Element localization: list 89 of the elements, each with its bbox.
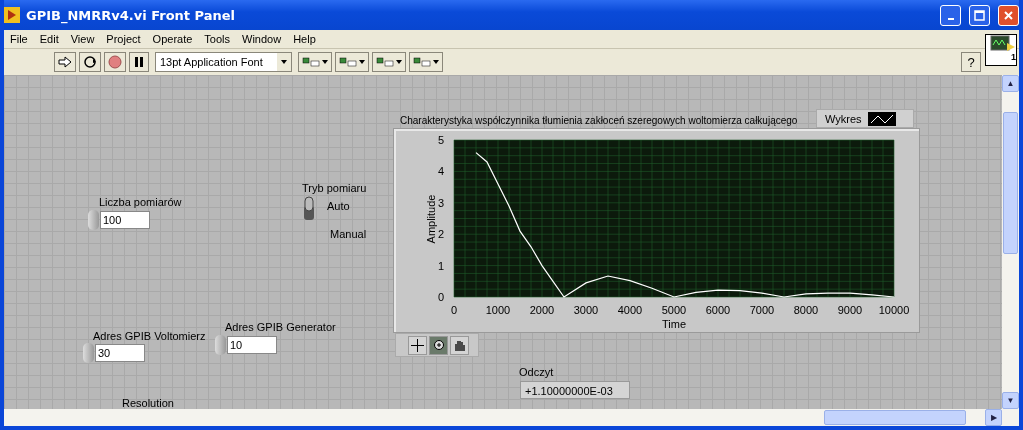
pause-icon — [133, 56, 145, 68]
axis-tick-label: 7000 — [749, 304, 775, 316]
control-label: Tryb pomiaru — [302, 182, 367, 194]
pause-button[interactable] — [129, 52, 149, 72]
axis-title: Time — [662, 318, 686, 330]
control-label: Liczba pomiarów — [99, 196, 182, 208]
control-label: Adres GPIB Generator — [225, 321, 336, 333]
scroll-right-button[interactable]: ▶ — [985, 409, 1002, 426]
axis-tick-label: 2000 — [529, 304, 555, 316]
cursor-tool-button[interactable] — [408, 335, 427, 355]
scroll-thumb[interactable] — [824, 410, 966, 425]
axis-tick-label: 5000 — [661, 304, 687, 316]
axis-tick-label: 1000 — [485, 304, 511, 316]
caret-icon — [396, 60, 402, 64]
numeric-indicator: +1.10000000E-03 — [520, 381, 630, 399]
graph-title: Charakterystyka współczynnika tłumienia zakłoceń szeregowych woltomierza całkującego — [400, 115, 798, 126]
menu-item[interactable]: View — [70, 33, 95, 45]
abort-button[interactable] — [104, 52, 126, 72]
menu-item[interactable]: Help — [293, 33, 316, 45]
line-style-icon — [867, 111, 896, 126]
switch-option-label: Auto — [327, 200, 350, 212]
caret-icon — [359, 60, 365, 64]
connector-number: 1 — [1011, 53, 1016, 62]
caret-icon — [433, 60, 439, 64]
plot-legend[interactable]: Wykres — [816, 109, 914, 128]
menu-item[interactable]: Window — [242, 33, 282, 45]
switch-option-label: Manual — [330, 228, 367, 240]
axis-tick-label: 8000 — [793, 304, 819, 316]
loop-arrows-icon — [83, 55, 97, 69]
horizontal-scrollbar[interactable]: ▶ — [4, 409, 1019, 426]
run-continuously-button[interactable] — [79, 52, 101, 72]
menu-item[interactable]: Operate — [152, 33, 193, 45]
connector-pane[interactable]: 1 — [985, 34, 1017, 66]
axis-tick-label: 3000 — [573, 304, 599, 316]
numeric-field[interactable]: 100 — [100, 211, 150, 229]
axis-tick-label: 4 — [437, 165, 444, 178]
menu-item[interactable]: File — [10, 33, 28, 45]
align-button[interactable] — [298, 52, 332, 72]
oscilloscope-icon — [990, 35, 1016, 53]
distribute-button[interactable] — [335, 52, 369, 72]
reorder-icon — [413, 57, 431, 67]
axis-tick-label: 2 — [437, 228, 444, 241]
scroll-up-button[interactable]: ▲ — [1002, 75, 1019, 92]
legend-label: Wykres — [825, 112, 862, 125]
axis-tick-label: 1 — [437, 259, 444, 272]
maximize-button[interactable] — [969, 4, 990, 26]
axis-tick-label: 3 — [437, 196, 444, 209]
menu-item[interactable]: Project — [106, 33, 141, 45]
align-icon — [302, 57, 320, 67]
font-dropdown[interactable]: 13pt Application Font — [155, 52, 292, 72]
close-button[interactable] — [998, 4, 1019, 26]
menu-item[interactable]: Tools — [204, 33, 231, 45]
stop-icon — [108, 55, 122, 69]
minimize-button[interactable] — [940, 4, 961, 26]
scroll-thumb[interactable] — [1003, 112, 1018, 254]
window-title: GPIB_NMRRv4.vi Front Panel — [26, 7, 237, 23]
maximize-icon — [974, 9, 985, 21]
axis-tick-label: 5 — [437, 134, 444, 146]
control-label: Adres GPIB Voltomierz — [93, 330, 206, 342]
app-icon — [4, 7, 20, 23]
zoom-tool-button[interactable] — [429, 335, 448, 355]
axis-title: Amplitude — [425, 194, 437, 244]
close-icon — [1003, 9, 1014, 21]
help-button[interactable]: ? — [961, 52, 981, 72]
numeric-field[interactable]: 10 — [227, 336, 277, 354]
caret-icon — [322, 60, 328, 64]
axis-tick-label: 4000 — [617, 304, 643, 316]
reorder-button[interactable] — [409, 52, 443, 72]
indicator-label: Odczyt — [519, 366, 554, 378]
axis-tick-label: 0 — [437, 291, 444, 303]
toggle-switch[interactable] — [303, 196, 315, 222]
numeric-field[interactable]: 30 — [95, 344, 145, 362]
menu-item[interactable]: Edit — [39, 33, 59, 45]
axis-tick-label: 6000 — [705, 304, 731, 316]
minimize-icon — [947, 17, 954, 20]
axis-tick-label: 9000 — [837, 304, 863, 316]
crosshair-icon — [411, 338, 424, 352]
resize-button[interactable] — [372, 52, 406, 72]
pan-tool-button[interactable] — [450, 335, 469, 355]
axis-tick-label: 0 — [450, 304, 458, 316]
resize-icon — [376, 57, 394, 67]
run-button[interactable] — [54, 52, 76, 72]
arrow-icon — [58, 56, 72, 68]
control-label: Resolution — [122, 397, 174, 409]
caret-icon — [281, 60, 287, 64]
scroll-down-button[interactable]: ▼ — [1002, 392, 1019, 409]
axis-tick-label: 10000 — [878, 304, 910, 316]
distribute-icon — [339, 57, 357, 67]
vertical-scrollbar[interactable]: ▲ ▼ — [1002, 75, 1019, 409]
